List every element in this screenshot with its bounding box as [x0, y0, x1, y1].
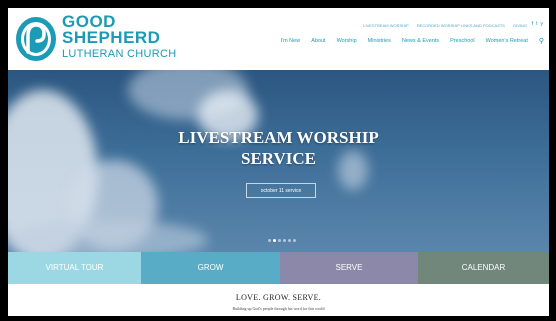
brand-subtitle[interactable]: LUTHERAN CHURCH: [62, 48, 177, 60]
nav-item-about[interactable]: About: [311, 38, 325, 44]
slider-dot[interactable]: [293, 239, 296, 242]
slider-dot[interactable]: [268, 239, 271, 242]
util-link-giving[interactable]: GIVING: [513, 23, 527, 28]
utility-nav: LIVESTREAM WORSHIP RECORDED WORSHIP LINK…: [363, 23, 527, 28]
nav-item-ministries[interactable]: Ministries: [368, 38, 391, 44]
social-links: f t y: [532, 21, 543, 27]
slider-dot[interactable]: [288, 239, 291, 242]
slider-dot-active[interactable]: [273, 239, 276, 242]
hero-service-button[interactable]: october 11 service: [246, 183, 316, 198]
hero-title: LIVESTREAM WORSHIP SERVICE: [8, 127, 549, 169]
nav-item-preschool[interactable]: Preschool: [450, 38, 474, 44]
cloud-shape: [8, 220, 208, 252]
feature-tiles: VIRTUAL TOUR GROW SERVE CALENDAR: [8, 252, 549, 284]
nav-item-im-new[interactable]: I'm New: [280, 38, 300, 44]
subtagline: Building up God's people through his wor…: [232, 306, 325, 311]
slider-dot[interactable]: [278, 239, 281, 242]
shepherd-crook-logo-icon[interactable]: [14, 12, 58, 64]
tile-calendar[interactable]: CALENDAR: [418, 252, 549, 284]
nav-item-news-events[interactable]: News & Events: [402, 38, 439, 44]
brand-name-line2[interactable]: SHEPHERD: [62, 29, 160, 46]
slider-dot[interactable]: [283, 239, 286, 242]
tile-virtual-tour[interactable]: VIRTUAL TOUR: [8, 252, 141, 284]
hero-title-line2: SERVICE: [241, 149, 316, 168]
tile-grow[interactable]: GROW: [141, 252, 280, 284]
intro-section: LOVE. GROW. SERVE. Building up God's peo…: [8, 284, 549, 316]
facebook-icon[interactable]: f: [532, 21, 533, 27]
nav-item-worship[interactable]: Worship: [337, 38, 357, 44]
tagline: LOVE. GROW. SERVE.: [235, 293, 322, 302]
util-link-livestream[interactable]: LIVESTREAM WORSHIP: [363, 23, 409, 28]
util-link-recorded-worship[interactable]: RECORDED WORSHIP LINKS AND PODCASTS: [417, 23, 505, 28]
main-nav: I'm New About Worship Ministries News & …: [280, 37, 544, 45]
slider-dots: [268, 239, 296, 242]
search-icon[interactable]: ⚲: [539, 37, 544, 45]
site-header: GOOD SHEPHERD LUTHERAN CHURCH LIVESTREAM…: [8, 8, 549, 70]
hero-title-line1: LIVESTREAM WORSHIP: [178, 128, 379, 147]
hero-banner: LIVESTREAM WORSHIP SERVICE october 11 se…: [8, 70, 549, 252]
browser-page: GOOD SHEPHERD LUTHERAN CHURCH LIVESTREAM…: [8, 8, 549, 316]
youtube-icon[interactable]: y: [541, 21, 544, 27]
twitter-icon[interactable]: t: [536, 21, 537, 27]
tile-serve[interactable]: SERVE: [280, 252, 418, 284]
nav-item-womens-retreat[interactable]: Women's Retreat: [486, 38, 528, 44]
